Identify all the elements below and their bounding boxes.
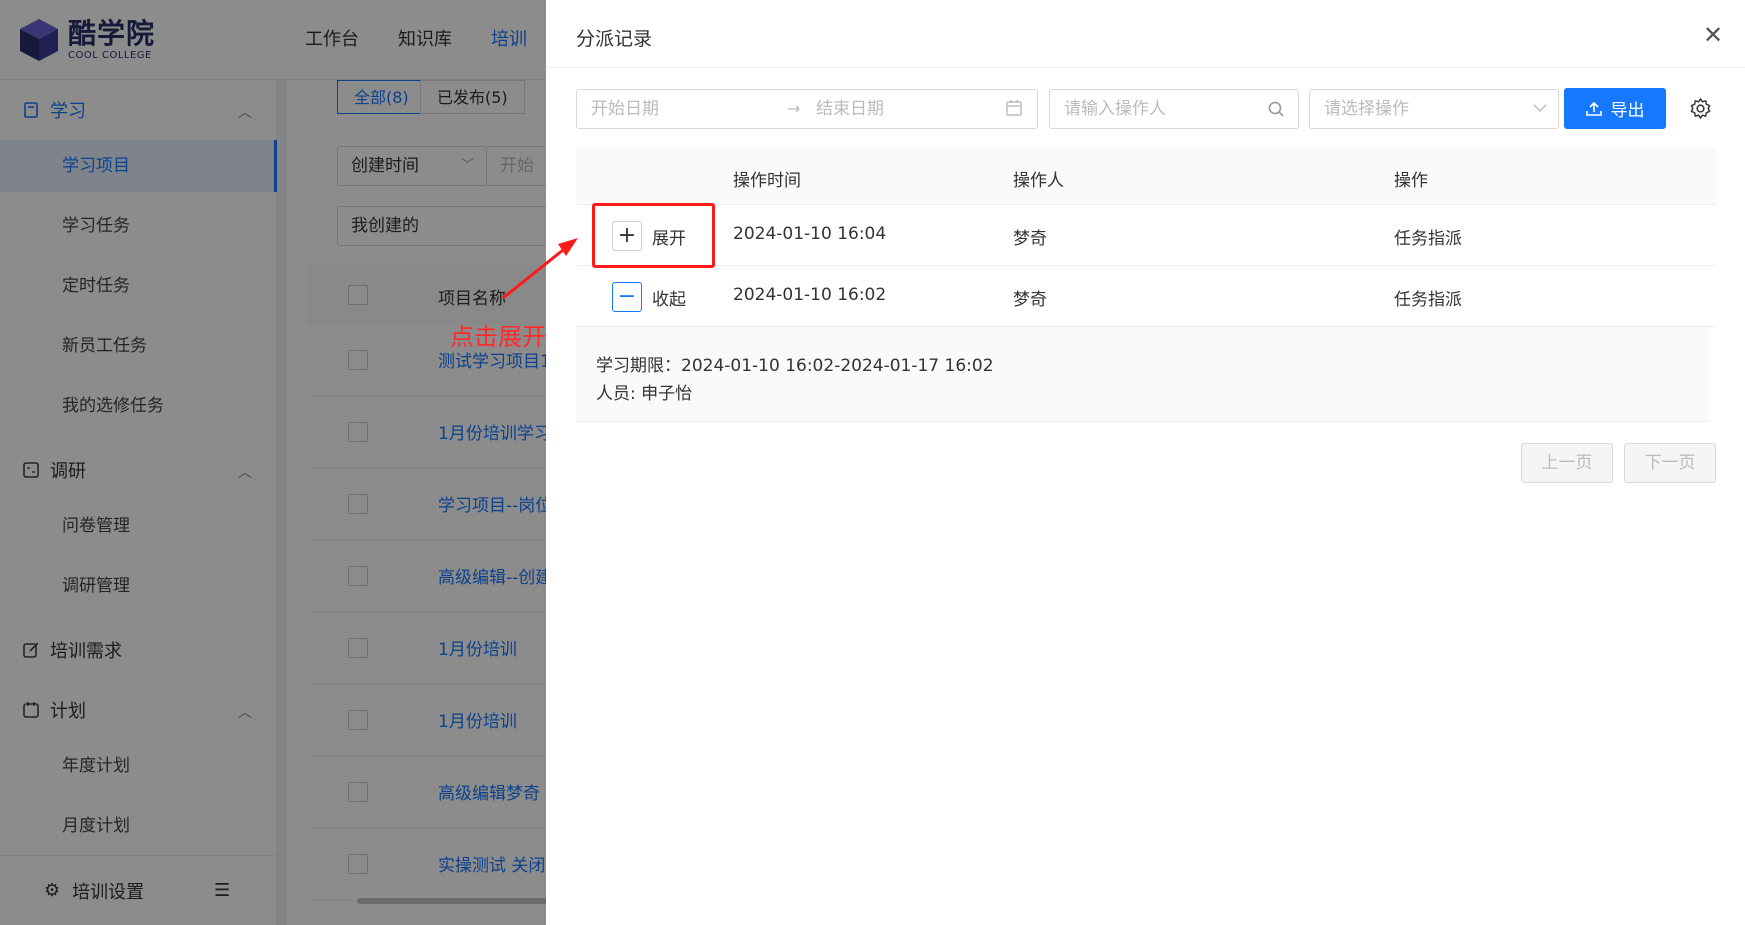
- collapse-toggle-label[interactable]: 收起: [652, 285, 686, 310]
- arrow-right-icon: →: [787, 99, 801, 118]
- table-row: + 展开 2024-01-10 16:04 梦奇 任务指派: [576, 205, 1716, 266]
- annotation-text: 点击展开: [450, 323, 546, 351]
- export-button[interactable]: 导出: [1564, 88, 1666, 129]
- table-row: − 收起 2024-01-10 16:02 梦奇 任务指派: [576, 266, 1716, 327]
- column-operator: 操作人: [1013, 171, 1064, 191]
- records-table-header: 操作时间 操作人 操作: [576, 148, 1716, 205]
- gear-icon[interactable]: [1689, 97, 1712, 120]
- operator-search-input[interactable]: [1049, 89, 1299, 129]
- column-operation: 操作: [1394, 171, 1428, 191]
- drawer-title: 分派记录: [576, 28, 653, 50]
- drawer-divider: [546, 67, 1745, 68]
- record-action: 任务指派: [1394, 290, 1462, 310]
- upload-icon: [1585, 101, 1602, 116]
- start-date-placeholder: 开始日期: [591, 99, 659, 119]
- record-action: 任务指派: [1394, 229, 1462, 249]
- assignment-record-drawer: 分派记录 ✕ 开始日期 → 结束日期 请选择操作 导出 操作时间 操作人 操作 …: [546, 0, 1745, 925]
- action-select[interactable]: 请选择操作: [1309, 89, 1559, 129]
- search-icon[interactable]: [1267, 100, 1285, 118]
- people-text: 人员: 申子怡: [596, 384, 693, 404]
- study-period-text: 学习期限：2024-01-10 16:02-2024-01-17 16:02: [596, 356, 994, 376]
- record-time: 2024-01-10 16:02: [733, 285, 887, 305]
- expanded-detail: 学习期限：2024-01-10 16:02-2024-01-17 16:02 人…: [576, 327, 1709, 422]
- calendar-icon: [1006, 100, 1022, 116]
- chevron-down-icon: [1533, 104, 1547, 112]
- export-label: 导出: [1610, 101, 1645, 121]
- end-date-placeholder: 结束日期: [816, 99, 884, 119]
- record-operator: 梦奇: [1013, 229, 1047, 249]
- collapse-minus-icon[interactable]: −: [612, 282, 642, 312]
- prev-page-button[interactable]: 上一页: [1521, 443, 1613, 483]
- next-page-button[interactable]: 下一页: [1624, 443, 1716, 483]
- annotation-highlight-box: [592, 203, 715, 268]
- action-select-placeholder: 请选择操作: [1324, 99, 1409, 119]
- record-operator: 梦奇: [1013, 290, 1047, 310]
- record-time: 2024-01-10 16:04: [733, 224, 887, 244]
- close-icon[interactable]: ✕: [1700, 22, 1726, 48]
- date-range-picker[interactable]: 开始日期 → 结束日期: [576, 89, 1038, 129]
- column-operation-time: 操作时间: [733, 171, 801, 191]
